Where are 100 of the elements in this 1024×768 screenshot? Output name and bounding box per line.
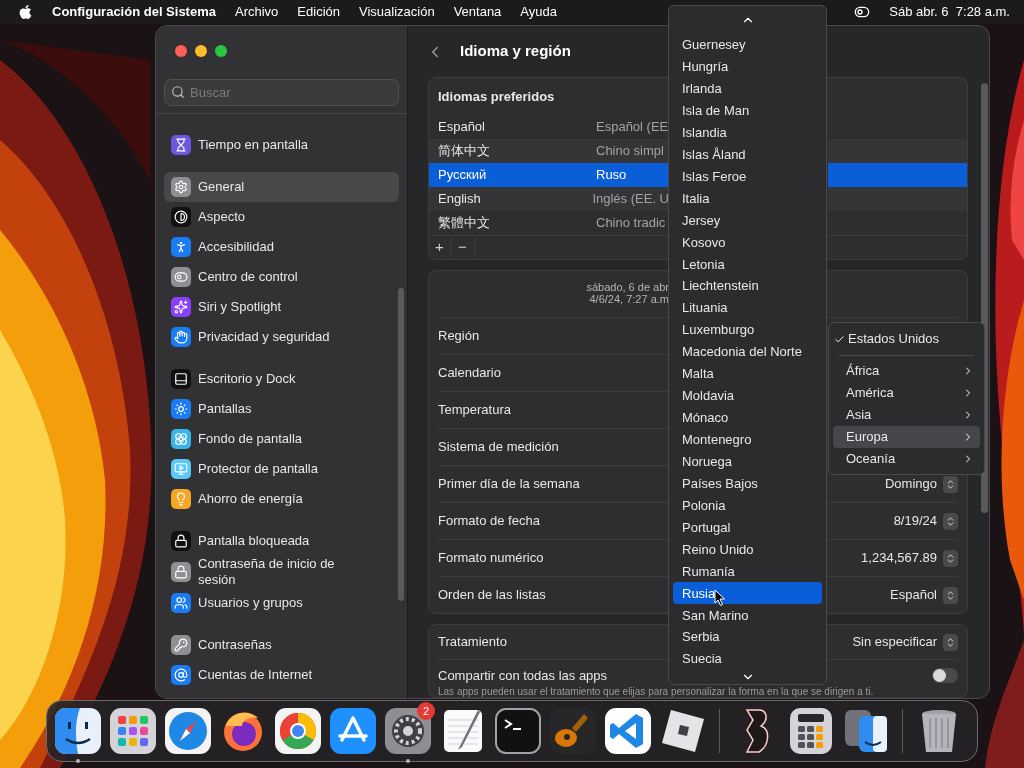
menu-item[interactable]: San Marino — [673, 604, 822, 627]
menu-item[interactable]: Portugal — [673, 516, 822, 539]
popup-button[interactable]: Sin especificar — [852, 632, 958, 652]
close-button[interactable] — [175, 45, 187, 57]
menu-item[interactable]: Kosovo — [673, 231, 822, 254]
menu-item[interactable]: Isla de Man — [673, 99, 822, 122]
sidebar-item[interactable]: Fondo de pantalla — [164, 424, 399, 454]
menu-item[interactable]: Visualización — [359, 2, 435, 22]
setting-label: Calendario — [438, 364, 501, 383]
sidebar-item[interactable]: General — [164, 172, 399, 202]
menu-item[interactable]: Moldavia — [673, 384, 822, 407]
menu-item[interactable]: Países Bajos — [673, 472, 822, 495]
sidebar-item[interactable]: Tiempo en pantalla — [164, 130, 399, 160]
menu-item[interactable]: Liechtenstein — [673, 275, 822, 298]
date-preview: sábado, 6 de abr — [586, 281, 669, 293]
popup-button[interactable]: Español — [890, 585, 958, 605]
grid-icon[interactable] — [108, 706, 158, 756]
language-row[interactable]: Español Español (EE — [429, 115, 669, 139]
terminal-icon[interactable] — [493, 706, 543, 756]
menu-item[interactable]: Luxemburgo — [673, 319, 822, 342]
compass-icon[interactable] — [163, 706, 213, 756]
sidebar-item[interactable]: Contraseña de inicio de sesión — [164, 556, 399, 588]
menu-item[interactable]: Noruega — [673, 450, 822, 473]
popup-button[interactable]: 1,234,567.89 — [861, 548, 958, 568]
menu-item[interactable]: Jersey — [673, 209, 822, 232]
submenu-item[interactable]: Oceanía — [833, 448, 980, 470]
language-row[interactable]: English Inglés (EE. U — [429, 187, 669, 211]
popup-button[interactable]: 8/19/24 — [893, 511, 958, 531]
menu-item[interactable]: Archivo — [235, 2, 279, 22]
language-row[interactable]: 繁體中文 Chino tradic — [429, 211, 669, 235]
menu-item[interactable]: Rumanía — [673, 560, 822, 583]
minimize-button[interactable] — [195, 45, 207, 57]
smiling-face-icon[interactable] — [53, 706, 103, 756]
sidebar-item[interactable]: Cuentas de Internet — [164, 660, 399, 690]
zoom-button[interactable] — [215, 45, 227, 57]
remove-button[interactable]: − — [451, 236, 475, 259]
sidebar-item[interactable]: Privacidad y seguridad — [164, 322, 399, 352]
menu-item[interactable]: Montenegro — [673, 428, 822, 451]
apple-icon[interactable] — [18, 4, 33, 20]
menu-item[interactable]: Irlanda — [673, 77, 822, 100]
sidebar-item[interactable]: Protector de pantalla — [164, 454, 399, 484]
stepper-icon[interactable] — [943, 633, 958, 651]
menu-item[interactable]: Hungría — [673, 55, 822, 78]
gear-icon[interactable] — [383, 706, 433, 756]
menu-item[interactable]: Italia — [673, 187, 822, 210]
menu-item[interactable]: Islas Åland — [673, 143, 822, 166]
menu-item[interactable]: Guernesey — [673, 33, 822, 56]
sidebar-item[interactable]: Contraseñas — [164, 630, 399, 660]
menu-item[interactable]: Ayuda — [520, 2, 557, 22]
date-preview: 4/6/24, 7:27 a.m — [589, 293, 669, 305]
control-center-icon[interactable] — [854, 4, 871, 20]
menu-item[interactable]: Islas Feroe — [673, 165, 822, 188]
ring-icon[interactable] — [273, 706, 323, 756]
menu-app-name[interactable]: Configuración del Sistema — [52, 2, 216, 22]
menu-item[interactable]: Suecia — [673, 648, 822, 671]
menu-item[interactable]: Mónaco — [673, 406, 822, 429]
stepper-icon[interactable] — [943, 586, 958, 604]
sidebar-item[interactable]: Pantalla bloqueada — [164, 526, 399, 556]
page-title: Idioma y región — [460, 41, 571, 62]
code-editor-icon[interactable] — [603, 706, 653, 756]
menu-item[interactable]: Reino Unido — [673, 538, 822, 561]
menu-item[interactable]: Rusia — [673, 582, 822, 605]
popup-button[interactable]: Domingo — [884, 474, 958, 494]
guitar-icon[interactable] — [548, 706, 598, 756]
sidebar-item[interactable]: Pantallas — [164, 394, 399, 424]
setting-label: Formato de fecha — [438, 512, 540, 531]
language-row[interactable]: Русский Ruso — [429, 163, 669, 187]
sidebar-item[interactable]: Aspecto — [164, 202, 399, 232]
menu-item[interactable]: Letonia — [673, 253, 822, 276]
menu-item[interactable]: Polonia — [673, 494, 822, 517]
scrollbar[interactable] — [398, 288, 404, 601]
menu-item[interactable]: Islandia — [673, 121, 822, 144]
add-button[interactable]: + — [429, 236, 451, 259]
search-field[interactable]: Buscar — [164, 79, 399, 106]
sidebar-item[interactable]: Escritorio y Dock — [164, 364, 399, 394]
menu-item[interactable]: Estados Unidos — [833, 327, 980, 351]
submenu-item[interactable]: Europa — [833, 426, 980, 448]
cursor-icon — [714, 589, 726, 607]
sidebar-item[interactable]: Ahorro de energía — [164, 484, 399, 514]
setting-label: Temperatura — [438, 401, 511, 420]
submenu-item[interactable]: Asia — [833, 404, 980, 426]
language-row[interactable]: 简体中文 Chino simpl — [429, 139, 669, 163]
sidebar-item[interactable]: Siri y Spotlight — [164, 292, 399, 322]
submenu-item[interactable]: África — [833, 360, 980, 382]
sidebar-item[interactable]: Usuarios y grupos — [164, 588, 399, 618]
sidebar-item[interactable]: Accesibilidad — [164, 232, 399, 262]
menu-item[interactable]: Macedonia del Norte — [673, 341, 822, 363]
menu-item[interactable]: Ventana — [453, 2, 502, 22]
toggle-switch[interactable] — [932, 668, 958, 684]
submenu-item[interactable]: América — [833, 382, 980, 404]
menu-item[interactable]: Lituania — [673, 297, 822, 320]
stepper-icon[interactable] — [943, 549, 958, 567]
menu-item[interactable]: Edición — [297, 2, 340, 22]
stepper-icon[interactable] — [943, 475, 958, 493]
section-title: Idiomas preferidos — [438, 87, 555, 106]
stepper-icon[interactable] — [943, 512, 958, 530]
menu-clock[interactable]: Sáb abr. 6 7:28 a.m. — [889, 2, 1010, 22]
sidebar-item[interactable]: Centro de control — [164, 262, 399, 292]
menu-item[interactable]: Serbia — [673, 626, 822, 649]
menu-item[interactable]: Malta — [673, 363, 822, 385]
